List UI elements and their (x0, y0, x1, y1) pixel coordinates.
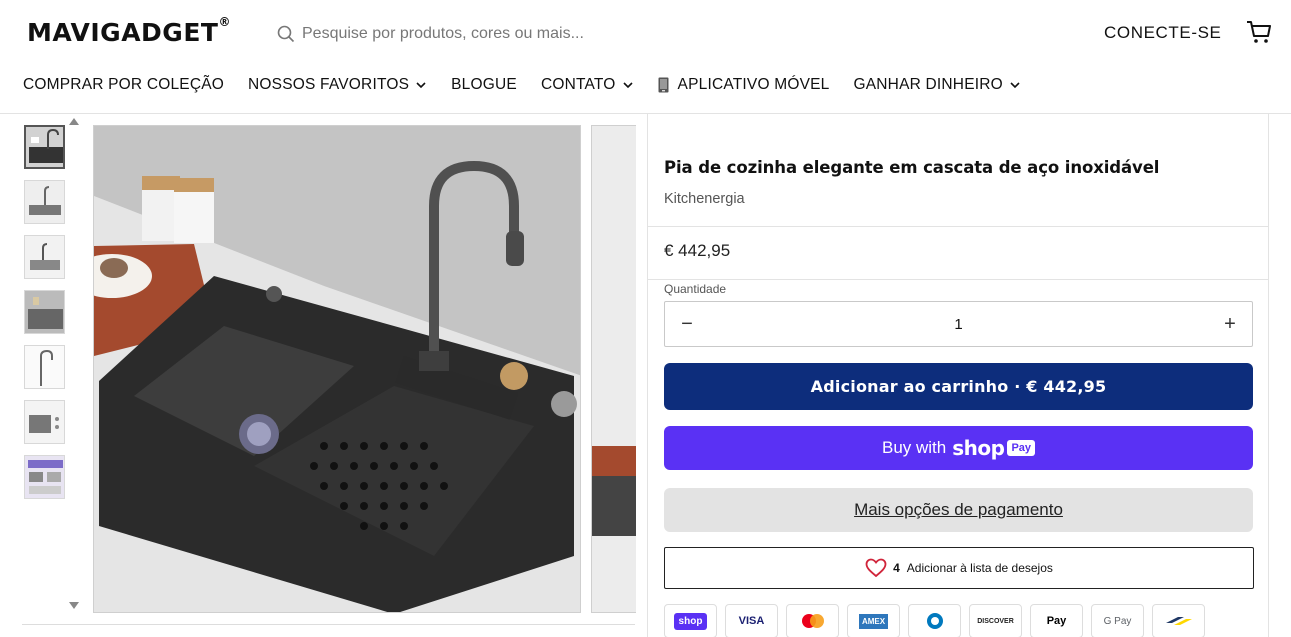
product-main-image[interactable] (93, 125, 581, 613)
nav-item-contact[interactable]: CONTATO (541, 76, 634, 94)
thumbnail-5[interactable] (24, 345, 65, 389)
visa-payment-icon: VISA (725, 604, 778, 637)
nav-item-mobile-app[interactable]: APLICATIVO MÓVEL (658, 76, 830, 94)
shop-pay-payment-icon: shop (664, 604, 717, 637)
thumbnail-6[interactable] (24, 400, 65, 444)
divider (648, 226, 1268, 227)
chevron-down-icon (1010, 82, 1020, 89)
quantity-decrease-button[interactable]: − (679, 313, 695, 336)
nav-item-favorites[interactable]: NOSSOS FAVORITOS (248, 76, 427, 94)
product-price: € 442,95 (664, 241, 731, 260)
thumbnail-3[interactable] (24, 235, 65, 279)
add-to-cart-button[interactable]: Adicionar ao carrinho · € 442,95 (664, 363, 1253, 410)
quantity-stepper: − 1 + (664, 301, 1253, 347)
apple-pay-payment-icon: Pay (1030, 604, 1083, 637)
phone-icon (658, 77, 669, 93)
heart-icon (865, 558, 887, 578)
nav-item-blog[interactable]: BLOGUE (451, 76, 517, 94)
nav-item-earn-money[interactable]: GANHAR DINHEIRO (853, 76, 1020, 94)
thumbnails-scroll-down-icon[interactable] (69, 602, 79, 609)
thumbnail-2[interactable] (24, 180, 65, 224)
product-next-image[interactable] (591, 125, 636, 613)
thumbnails-scroll-up-icon[interactable] (69, 118, 79, 125)
main-nav: COMPRAR POR COLEÇÃO NOSSOS FAVORITOS BLO… (23, 76, 1045, 94)
bancontact-payment-icon (1152, 604, 1205, 637)
store-logo[interactable]: MAVIGADGET® (27, 15, 231, 47)
thumbnail-list (24, 125, 66, 510)
site-header: MAVIGADGET® CONECTE-SE COMPRAR POR COLEÇ… (0, 0, 1291, 114)
search-bar[interactable] (276, 22, 636, 46)
wishlist-button[interactable]: 4 Adicionar à lista de desejos (664, 547, 1254, 589)
search-icon (277, 25, 295, 43)
google-pay-payment-icon: G Pay (1091, 604, 1144, 637)
quantity-input[interactable]: 1 (954, 316, 962, 333)
thumbnail-7[interactable] (24, 455, 65, 499)
amex-payment-icon: AMEX (847, 604, 900, 637)
diners-payment-icon (908, 604, 961, 637)
quantity-label: Quantidade (664, 282, 727, 296)
shop-pay-label: Buy with (881, 438, 947, 457)
chevron-down-icon (622, 82, 633, 89)
search-input[interactable] (302, 25, 622, 43)
wishlist-count: 4 (893, 561, 900, 575)
product-vendor[interactable]: Kitchenergia (664, 191, 745, 207)
more-payment-options-link[interactable]: Mais opções de pagamento (664, 488, 1253, 532)
product-info-panel: Pia de cozinha elegante em cascata de aç… (647, 114, 1269, 637)
product-title: Pia de cozinha elegante em cascata de aç… (664, 158, 1160, 177)
wishlist-label: Adicionar à lista de desejos (906, 561, 1053, 575)
chevron-down-icon (416, 82, 426, 89)
nav-item-collections[interactable]: COMPRAR POR COLEÇÃO (23, 76, 224, 94)
payment-methods: shop VISA AMEX DISCOVER Pay G Pay (664, 604, 1205, 637)
discover-payment-icon: DISCOVER (969, 604, 1022, 637)
pay-badge: Pay (1007, 440, 1036, 456)
cart-icon[interactable] (1246, 19, 1272, 45)
thumbnail-1[interactable] (24, 125, 65, 169)
mastercard-payment-icon (786, 604, 839, 637)
quantity-increase-button[interactable]: + (1222, 313, 1238, 336)
shop-logo: shop (952, 436, 1005, 460)
login-link[interactable]: CONECTE-SE (1104, 23, 1221, 43)
divider (648, 279, 1268, 280)
divider (22, 624, 635, 625)
thumbnail-4[interactable] (24, 290, 65, 334)
shop-pay-button[interactable]: Buy with shop Pay (664, 426, 1253, 470)
